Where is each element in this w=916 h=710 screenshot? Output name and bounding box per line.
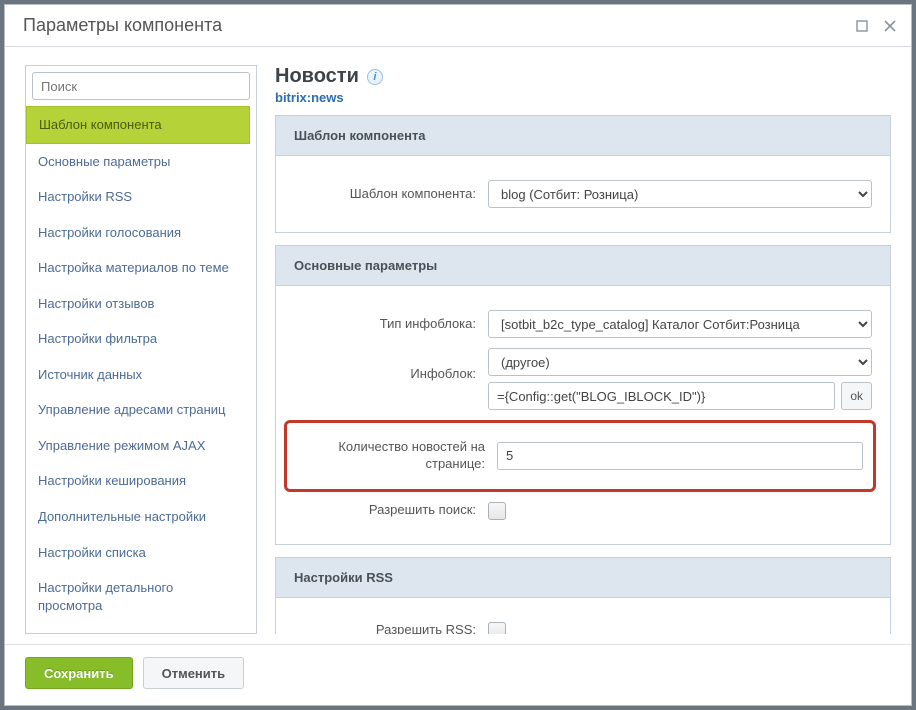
checkbox-allow-search[interactable] — [488, 502, 506, 520]
label-iblock: Инфоблок: — [288, 348, 478, 383]
maximize-icon[interactable] — [855, 19, 869, 33]
section-basic-heading: Основные параметры — [275, 245, 891, 286]
field-allow-rss — [488, 622, 872, 634]
main: Новости i bitrix:news Шаблон компонента … — [275, 65, 897, 634]
nav-item-detail[interactable]: Настройки детального просмотра — [26, 570, 250, 623]
section-template: Шаблон компонента Шаблон компонента: blo… — [275, 115, 891, 233]
nav-item-template[interactable]: Шаблон компонента — [26, 106, 250, 144]
dialog-title: Параметры компонента — [23, 15, 222, 36]
ok-button[interactable]: ok — [841, 382, 872, 410]
cancel-button[interactable]: Отменить — [143, 657, 245, 689]
section-basic-body: Тип инфоблока: [sotbit_b2c_type_catalog]… — [275, 286, 891, 545]
nav-item-cache[interactable]: Настройки кеширования — [26, 463, 250, 499]
search-input[interactable] — [32, 72, 250, 100]
footer: Сохранить Отменить — [5, 644, 911, 705]
checkbox-allow-rss[interactable] — [488, 622, 506, 634]
nav-scroll[interactable]: Шаблон компонента Основные параметры Нас… — [26, 106, 256, 633]
field-count — [497, 442, 863, 470]
nav-item-ajax[interactable]: Управление режимом AJAX — [26, 428, 250, 464]
label-iblock-type: Тип инфоблока: — [288, 316, 478, 333]
select-template[interactable]: blog (Сотбит: Розница) — [488, 180, 872, 208]
nav-item-list[interactable]: Настройки списка — [26, 535, 250, 571]
nav-item-materials[interactable]: Настройка материалов по теме — [26, 250, 250, 286]
titlebar-icons — [855, 19, 897, 33]
iblock-input-row: ok — [488, 382, 872, 410]
page-title-row: Новости i — [275, 65, 897, 88]
save-button[interactable]: Сохранить — [25, 657, 133, 689]
section-basic: Основные параметры Тип инфоблока: [sotbi… — [275, 245, 891, 545]
row-iblock-type: Тип инфоблока: [sotbit_b2c_type_catalog]… — [288, 310, 872, 338]
input-count[interactable] — [497, 442, 863, 470]
input-iblock[interactable] — [488, 382, 835, 410]
label-count: Количество новостей на странице: — [297, 439, 487, 473]
content: Шаблон компонента Шаблон компонента: blo… — [275, 115, 897, 634]
nav-item-datasource[interactable]: Источник данных — [26, 357, 250, 393]
component-code: bitrix:news — [275, 90, 897, 105]
field-iblock-type: [sotbit_b2c_type_catalog] Каталог Сотбит… — [488, 310, 872, 338]
label-allow-search: Разрешить поиск: — [288, 502, 478, 519]
nav-item-urls[interactable]: Управление адресами страниц — [26, 392, 250, 428]
nav-item-additional[interactable]: Дополнительные настройки — [26, 499, 250, 535]
select-iblock-type[interactable]: [sotbit_b2c_type_catalog] Каталог Сотбит… — [488, 310, 872, 338]
row-template: Шаблон компонента: blog (Сотбит: Розница… — [288, 180, 872, 208]
highlight-box: Количество новостей на странице: — [284, 420, 876, 492]
nav-item-rss[interactable]: Настройки RSS — [26, 179, 250, 215]
row-allow-search: Разрешить поиск: — [288, 502, 872, 520]
nav-item-voting[interactable]: Настройки голосования — [26, 215, 250, 251]
nav-item-basic[interactable]: Основные параметры — [26, 144, 250, 180]
info-icon[interactable]: i — [367, 69, 383, 85]
main-header: Новости i bitrix:news — [275, 65, 897, 115]
section-rss-body: Разрешить RSS: — [275, 598, 891, 634]
sidebar: Шаблон компонента Основные параметры Нас… — [25, 65, 257, 634]
nav-item-filter[interactable]: Настройки фильтра — [26, 321, 250, 357]
row-iblock: Инфоблок: (другое) ok — [288, 348, 872, 410]
field-iblock: (другое) ok — [488, 348, 872, 410]
close-icon[interactable] — [883, 19, 897, 33]
page-title: Новости — [275, 65, 359, 88]
dialog-body: Шаблон компонента Основные параметры Нас… — [5, 47, 911, 644]
section-template-body: Шаблон компонента: blog (Сотбит: Розница… — [275, 156, 891, 233]
row-allow-rss: Разрешить RSS: — [288, 622, 872, 634]
field-allow-search — [488, 502, 872, 520]
nav-wrap: Шаблон компонента Основные параметры Нас… — [26, 106, 256, 633]
label-allow-rss: Разрешить RSS: — [288, 622, 478, 634]
section-rss: Настройки RSS Разрешить RSS: — [275, 557, 891, 634]
field-template: blog (Сотбит: Розница) — [488, 180, 872, 208]
titlebar: Параметры компонента — [5, 5, 911, 47]
row-count: Количество новостей на странице: — [297, 439, 863, 473]
search-wrap — [26, 66, 256, 106]
section-template-heading: Шаблон компонента — [275, 115, 891, 156]
nav-item-reviews[interactable]: Настройки отзывов — [26, 286, 250, 322]
dialog: Параметры компонента Шаблон компонента О… — [4, 4, 912, 706]
content-scroll[interactable]: Шаблон компонента Шаблон компонента: blo… — [275, 115, 897, 634]
label-template: Шаблон компонента: — [288, 186, 478, 203]
select-iblock[interactable]: (другое) — [488, 348, 872, 376]
section-rss-heading: Настройки RSS — [275, 557, 891, 598]
